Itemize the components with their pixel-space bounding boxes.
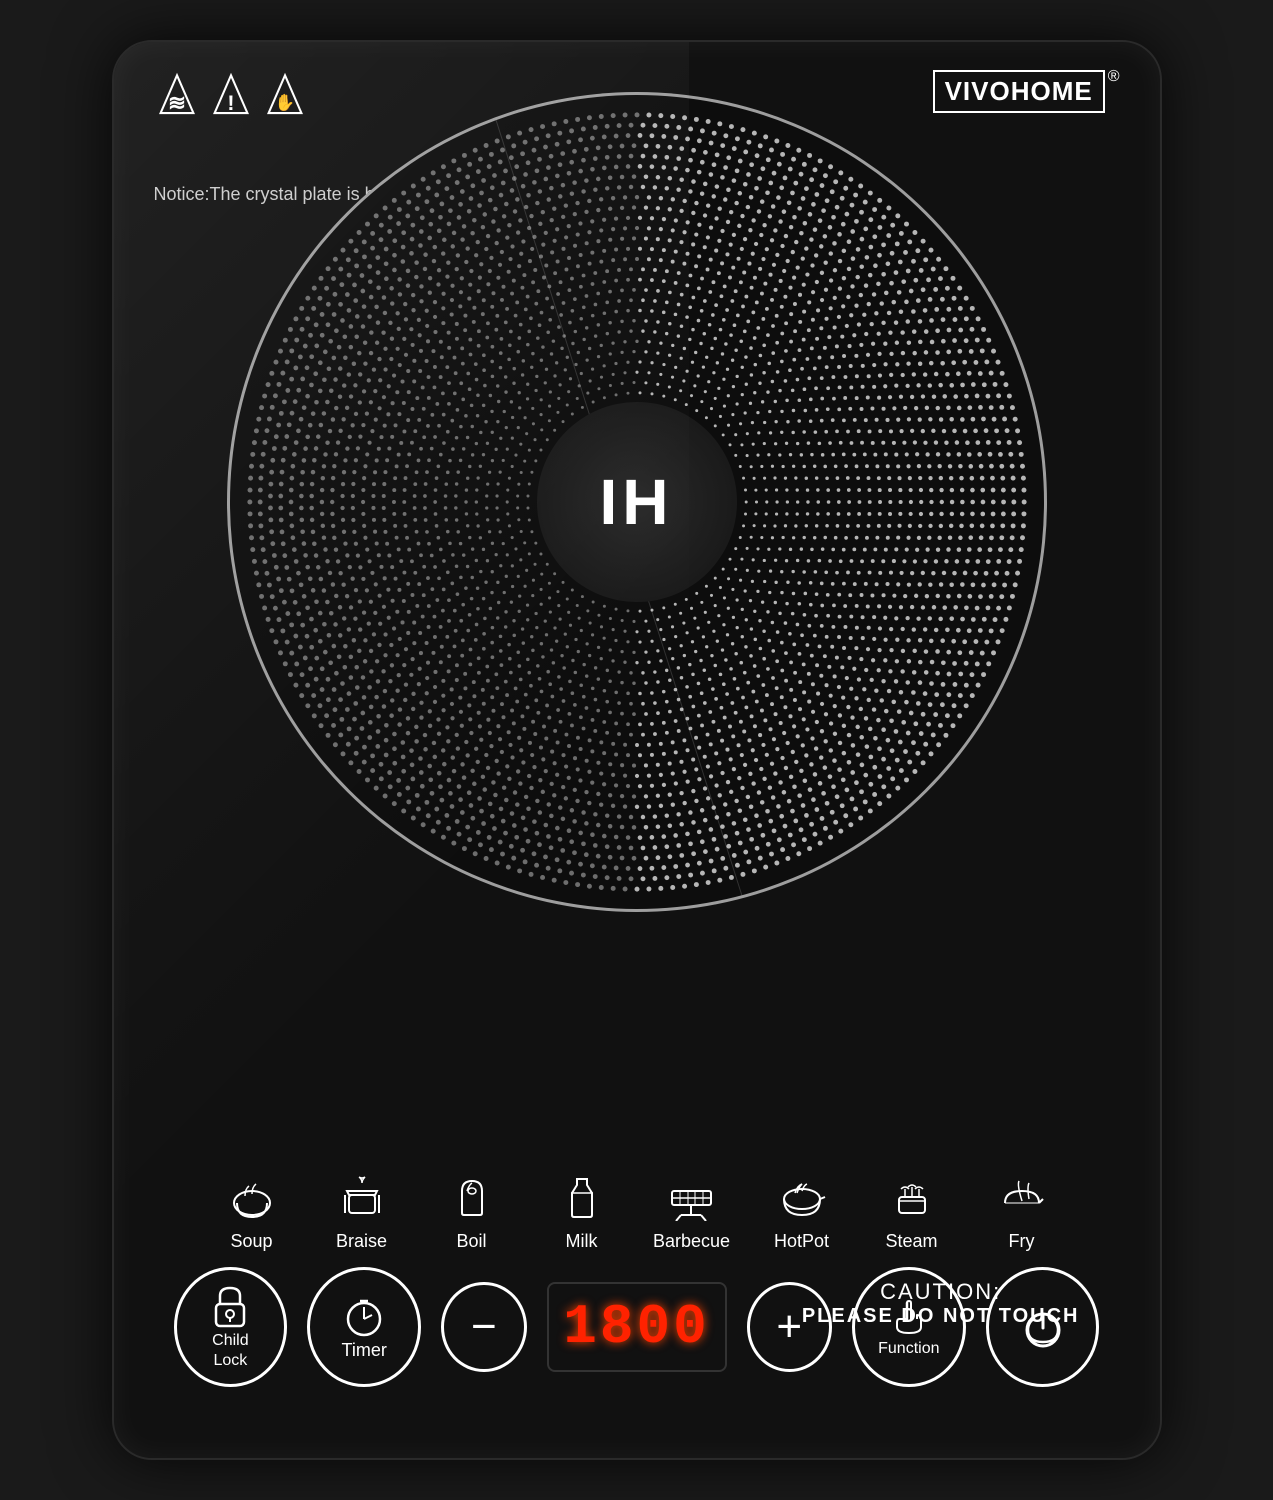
function-label: Function	[878, 1340, 939, 1358]
power-icon	[1018, 1302, 1068, 1352]
fry-label: Fry	[1009, 1231, 1035, 1252]
mode-soup-button[interactable]: Soup	[197, 1168, 307, 1252]
temperature-display: 1800	[547, 1282, 727, 1372]
soup-label: Soup	[230, 1231, 272, 1252]
mode-barbecue-button[interactable]: Barbecue	[637, 1168, 747, 1252]
mode-boil-button[interactable]: Boil	[417, 1168, 527, 1252]
timer-button[interactable]: Timer	[307, 1267, 421, 1387]
ih-center: IH	[537, 402, 737, 602]
mode-steam-button[interactable]: Steam	[857, 1168, 967, 1252]
barbecue-label: Barbecue	[653, 1231, 730, 1252]
steam-icon	[884, 1168, 939, 1223]
function-icon	[889, 1297, 929, 1337]
braise-label: Braise	[336, 1231, 387, 1252]
lock-icon	[210, 1284, 250, 1328]
mode-milk-button[interactable]: Milk	[527, 1168, 637, 1252]
action-buttons-row: ChildLock Timer −	[114, 1267, 1160, 1387]
minus-button[interactable]: −	[441, 1282, 526, 1372]
timer-icon	[342, 1293, 386, 1337]
control-panel: Soup Braise	[114, 1168, 1160, 1428]
minus-icon: −	[471, 1305, 497, 1349]
plus-icon: +	[776, 1305, 802, 1349]
plus-button[interactable]: +	[747, 1282, 832, 1372]
brand-registered: ®	[1108, 68, 1120, 86]
power-button[interactable]	[986, 1267, 1100, 1387]
ih-label: IH	[600, 465, 674, 539]
steam-label: Steam	[885, 1231, 937, 1252]
hotpot-label: HotPot	[774, 1231, 829, 1252]
child-lock-label: ChildLock	[212, 1331, 248, 1369]
mode-braise-button[interactable]: Braise	[307, 1168, 417, 1252]
boil-label: Boil	[456, 1231, 486, 1252]
mode-buttons-row: Soup Braise	[114, 1168, 1160, 1252]
fry-icon	[994, 1168, 1049, 1223]
mode-hotpot-button[interactable]: HotPot	[747, 1168, 857, 1252]
outer-circle: IH	[227, 92, 1047, 912]
timer-label: Timer	[342, 1340, 387, 1361]
child-lock-button[interactable]: ChildLock	[174, 1267, 288, 1387]
milk-label: Milk	[566, 1231, 598, 1252]
cooking-plate: IH	[207, 152, 1067, 852]
function-button[interactable]: Function	[852, 1267, 966, 1387]
hotpot-icon	[774, 1168, 829, 1223]
barbecue-icon	[664, 1168, 719, 1223]
braise-icon	[334, 1168, 389, 1223]
display-value: 1800	[563, 1295, 709, 1359]
milk-icon	[554, 1168, 609, 1223]
boil-icon	[444, 1168, 499, 1223]
heat-warning-icon: ≋	[154, 72, 200, 118]
induction-cooker: ≋ ! ✋ Notice:The crystal plate is hot af…	[112, 40, 1162, 1460]
svg-text:≋: ≋	[168, 91, 186, 115]
mode-fry-button[interactable]: Fry	[967, 1168, 1077, 1252]
soup-icon	[224, 1168, 279, 1223]
